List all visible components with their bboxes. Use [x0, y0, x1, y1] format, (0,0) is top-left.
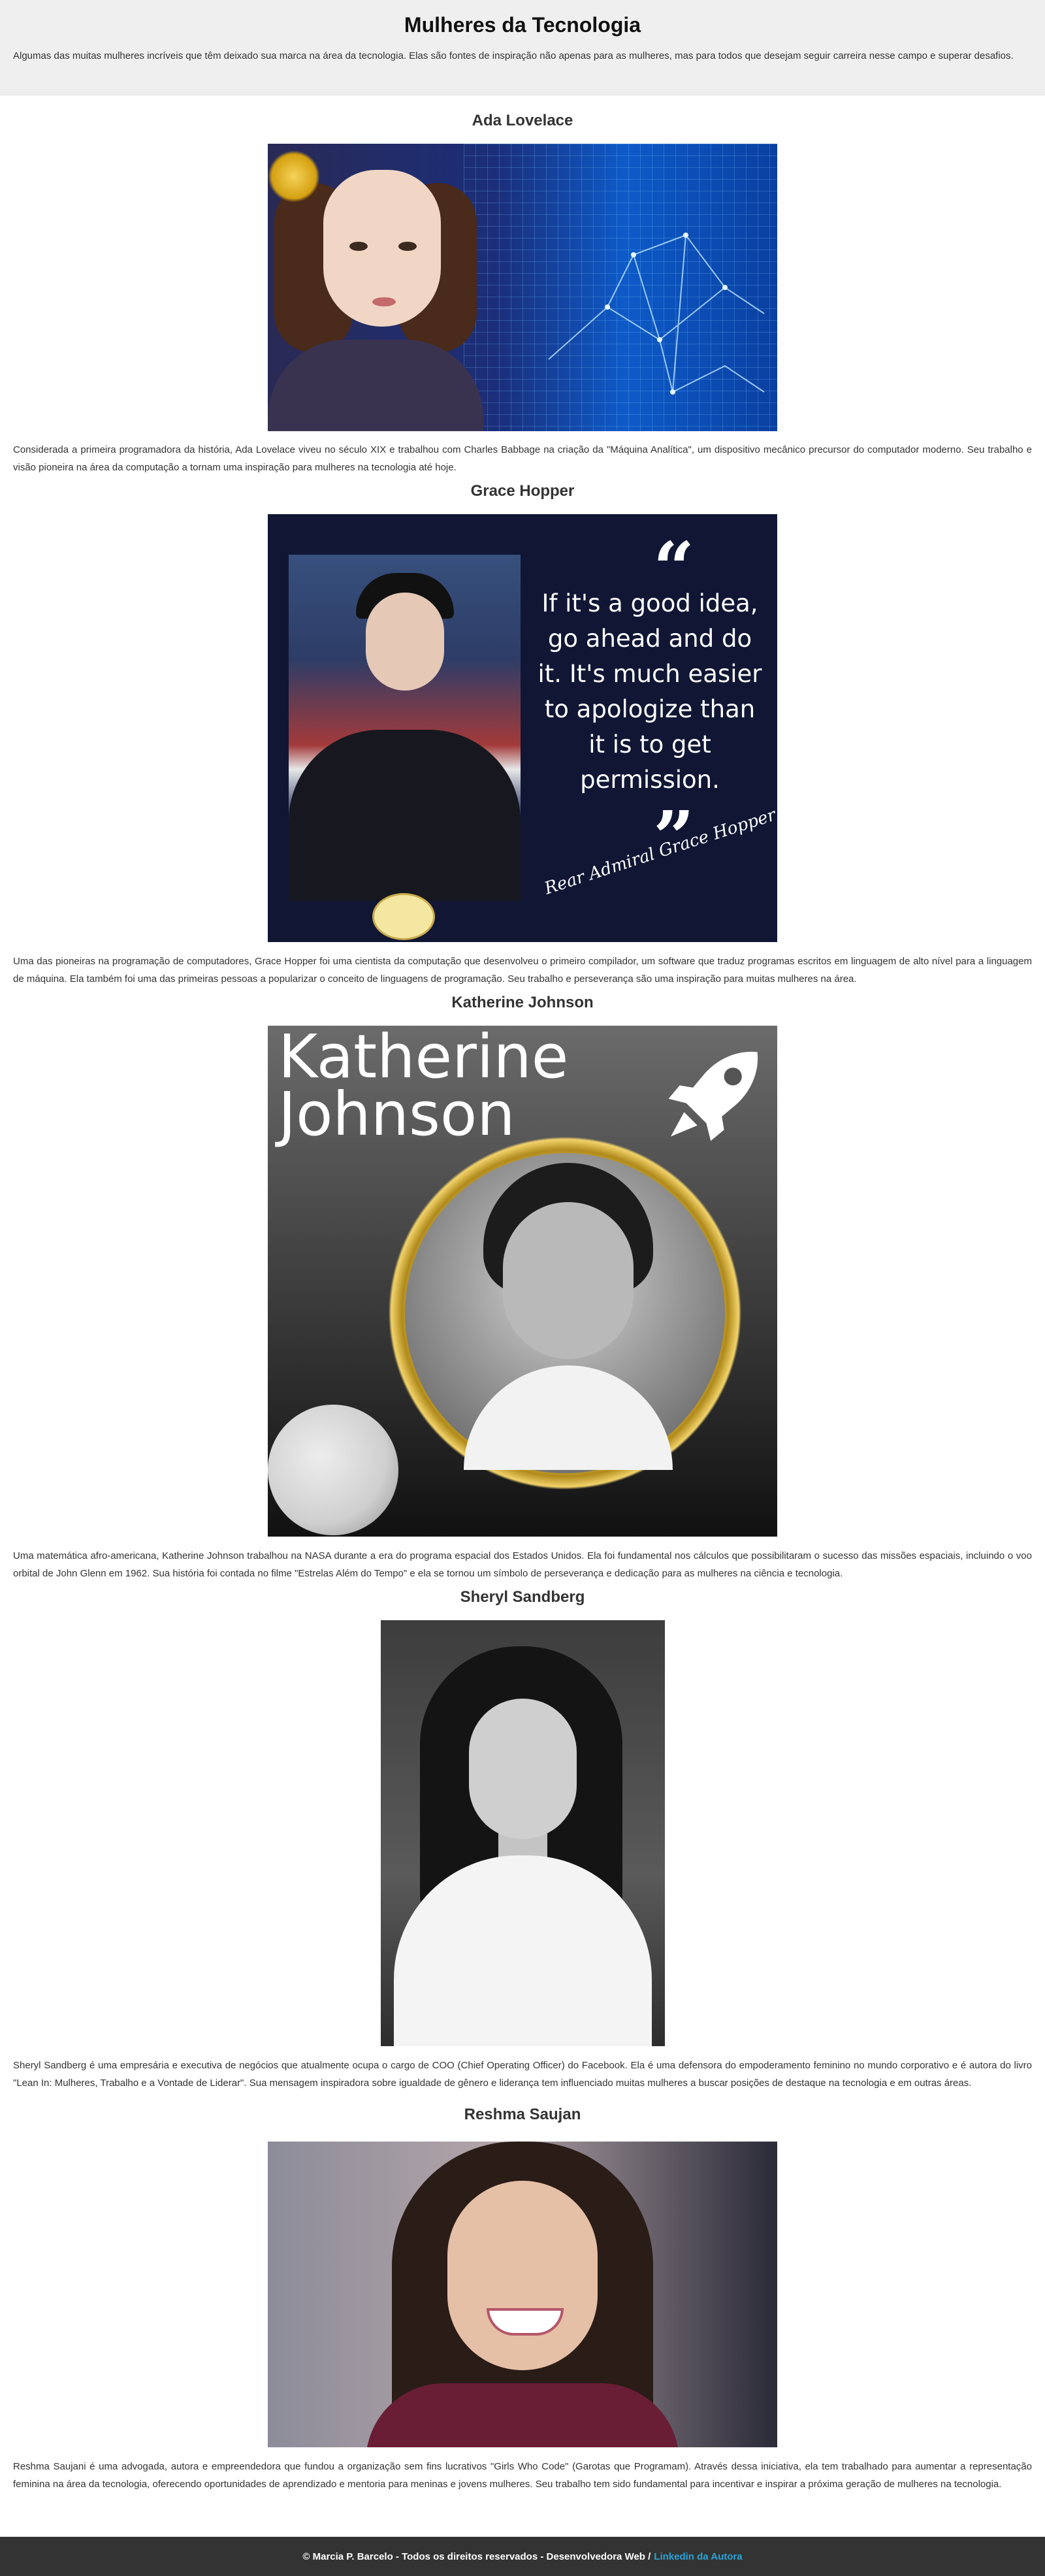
page-title: Mulheres da Tecnologia: [404, 13, 641, 37]
reshma-saujan-photo: [268, 2142, 777, 2447]
profile-name: Katherine Johnson: [451, 994, 594, 1011]
diadem-icon: [268, 150, 320, 203]
profile-description: Uma matemática afro-americana, Katherine…: [13, 1550, 1032, 1579]
profile-description: Sheryl Sandberg é uma empresária e execu…: [13, 2060, 1032, 2089]
katherine-johnson-photo: Katherine Johnson: [268, 1026, 777, 1537]
profile-grace-hopper: Grace Hopper “ If it's a good idea, go a…: [0, 481, 1045, 988]
grace-hopper-photo: “ If it's a good idea, go ahead and do i…: [268, 514, 777, 942]
sheryl-sandberg-photo: [380, 1620, 665, 2046]
page-header: Mulheres da Tecnologia Algumas das muita…: [0, 0, 1045, 95]
profile-description: Considerada a primeira programadora da h…: [13, 444, 1032, 473]
ada-lovelace-photo: [268, 144, 777, 431]
footer-copyright: © Marcia P. Barcelo - Todos os direitos …: [302, 2551, 651, 2562]
profile-reshma-saujan: Reshma Saujan Reshma Saujani é uma advog…: [0, 2105, 1045, 2493]
profile-name: Grace Hopper: [470, 482, 575, 500]
profile-name: Reshma Saujan: [464, 2106, 581, 2123]
linkedin-link[interactable]: Linkedin da Autora: [654, 2551, 742, 2562]
page-intro: Algumas das muitas mulheres incríveis qu…: [13, 50, 1014, 61]
profile-name: Sheryl Sandberg: [460, 1588, 585, 1606]
image-quote: If it's a good idea, go ahead and do it.…: [538, 589, 762, 794]
profile-name: Ada Lovelace: [472, 112, 573, 129]
profile-description: Reshma Saujani é uma advogada, autora e …: [13, 2461, 1032, 2490]
image-title: Katherine Johnson: [278, 1026, 569, 1149]
moon-icon: [268, 1405, 398, 1535]
rocket-icon: [668, 1051, 758, 1141]
navy-seal-icon: [372, 893, 435, 940]
profile-katherine-johnson: Katherine Johnson Katherine Johnson Uma …: [0, 993, 1045, 1582]
profile-sheryl-sandberg: Sheryl Sandberg Sheryl Sandberg é uma em…: [0, 1588, 1045, 2092]
profile-ada-lovelace: Ada Lovelace Considerada a primeira prog…: [0, 111, 1045, 476]
profile-description: Uma das pioneiras na programação de comp…: [13, 956, 1032, 985]
page-footer: © Marcia P. Barcelo - Todos os direitos …: [0, 2537, 1045, 2576]
